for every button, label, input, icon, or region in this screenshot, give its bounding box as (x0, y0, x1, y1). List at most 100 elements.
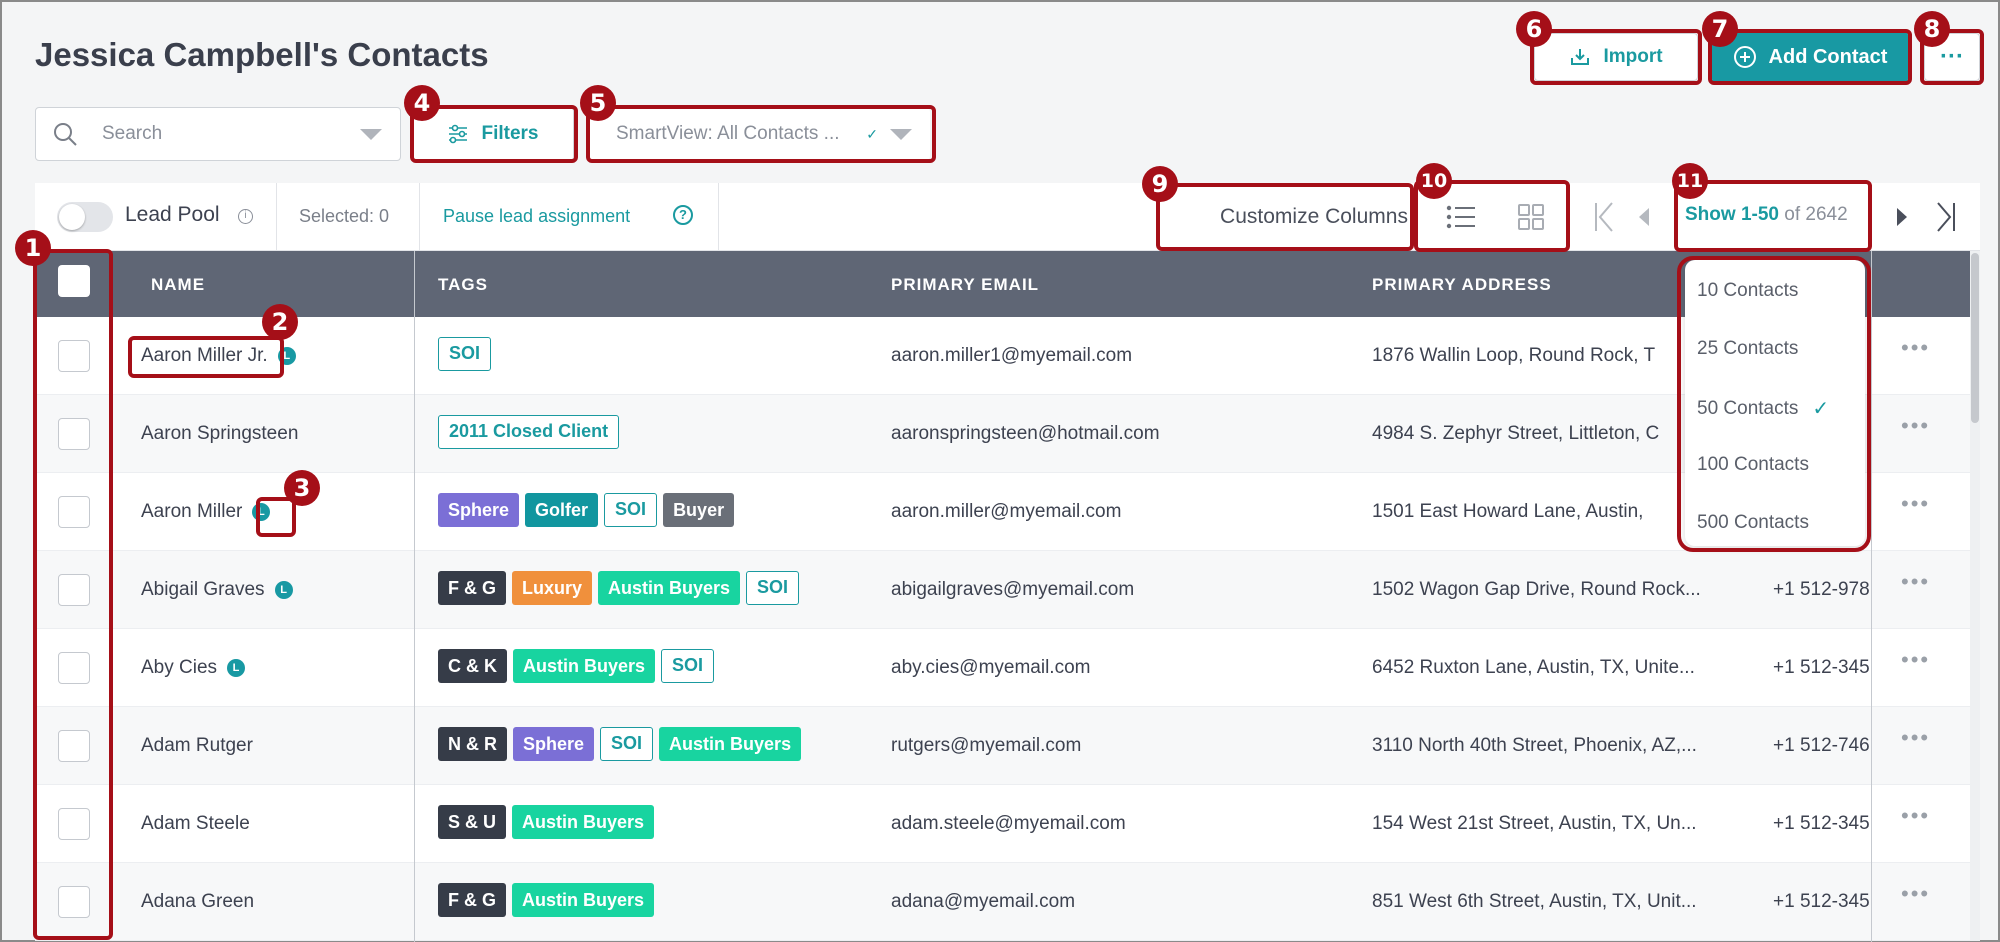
next-page-icon[interactable] (1895, 200, 1911, 234)
page-title: Jessica Campbell's Contacts (35, 36, 489, 73)
row-more-icon[interactable]: ••• (1901, 491, 1930, 517)
search-field[interactable]: Search (35, 107, 401, 161)
email-cell[interactable]: aaronspringsteen@hotmail.com (891, 423, 1160, 445)
phone-cell: +1 512-746 (1773, 735, 1870, 756)
first-page-icon[interactable] (1593, 200, 1615, 234)
tag-badge[interactable]: SOI (661, 649, 715, 683)
tag-badge[interactable]: S & U (438, 805, 507, 839)
email-cell[interactable]: abigailgraves@myemail.com (891, 579, 1134, 601)
contact-name-cell[interactable]: Adam Rutger (141, 735, 253, 757)
vertical-scrollbar[interactable] (1970, 251, 1980, 941)
tag-badge[interactable]: Austin Buyers (598, 571, 741, 605)
selected-count: Selected: 0 (299, 206, 390, 226)
contact-name-cell[interactable]: Aby Cies L (141, 657, 246, 679)
row-more-icon[interactable]: ••• (1901, 335, 1930, 361)
tag-badge[interactable]: Austin Buyers (513, 649, 656, 683)
contact-name-cell[interactable]: Adana Green (141, 891, 254, 913)
row-more-icon[interactable]: ••• (1901, 803, 1930, 829)
phone-cell: +1 512-978 (1773, 579, 1870, 600)
tags-cell: F & G Austin Buyers (438, 883, 655, 917)
table-row[interactable]: Adam Rutger N & R Sphere SOI Austin Buyers … (35, 707, 1970, 785)
lead-badge-icon: L (227, 659, 246, 677)
help-icon[interactable]: ? (673, 205, 693, 225)
address-cell: 851 West 6th Street, Austin, TX, Unit... (1372, 891, 1697, 912)
phone-cell: +1 512-345 (1773, 891, 1870, 912)
tag-badge[interactable]: SOI (746, 571, 800, 605)
tag-badge[interactable]: SOI (438, 337, 492, 371)
contact-name[interactable]: Adana Green (141, 891, 254, 913)
table-row[interactable]: Abigail Graves L F & G Luxury Austin Buyer… (35, 551, 1970, 629)
last-page-icon[interactable] (1935, 200, 1957, 234)
tags-cell: S & U Austin Buyers (438, 805, 655, 839)
table-row[interactable]: Adam Steele S & U Austin Buyers adam.stee… (35, 785, 1970, 863)
tags-cell: C & K Austin Buyers SOI (438, 649, 715, 683)
contact-name[interactable]: Abigail Graves (141, 579, 265, 601)
tag-badge[interactable]: Sphere (438, 493, 520, 527)
pause-lead-assignment-link[interactable]: Pause lead assignment (443, 206, 630, 227)
tag-badge[interactable]: F & G (438, 883, 506, 917)
row-more-icon[interactable]: ••• (1901, 413, 1930, 439)
tag-badge[interactable]: Golfer (525, 493, 599, 527)
annotation-number-6: 6 (1516, 11, 1552, 47)
row-more-icon[interactable]: ••• (1901, 647, 1930, 673)
address-cell: 3110 North 40th Street, Phoenix, AZ,... (1372, 735, 1697, 756)
contact-name[interactable]: Aaron Springsteen (141, 423, 298, 445)
tag-badge[interactable]: Buyer (663, 493, 735, 527)
tag-badge[interactable]: C & K (438, 649, 507, 683)
tag-badge[interactable]: SOI (600, 727, 654, 761)
contact-name[interactable]: Adam Rutger (141, 735, 253, 757)
annotation-box-dropdown (1677, 256, 1871, 552)
email-cell[interactable]: rutgers@myemail.com (891, 735, 1081, 757)
annotation-number-5: 5 (580, 85, 616, 121)
contact-name-cell[interactable]: Aaron Miller L (141, 501, 271, 523)
annotation-number-4: 4 (404, 85, 440, 121)
tag-badge[interactable]: F & G (438, 571, 506, 605)
tag-badge[interactable]: Austin Buyers (512, 805, 655, 839)
email-cell[interactable]: adam.steele@myemail.com (891, 813, 1126, 835)
row-more-icon[interactable]: ••• (1901, 569, 1930, 595)
annotation-number-1: 1 (15, 230, 51, 266)
tag-badge[interactable]: SOI (604, 493, 658, 527)
column-header-name[interactable]: NAME (151, 275, 205, 295)
tag-badge[interactable]: Luxury (512, 571, 593, 605)
address-cell: 154 West 21st Street, Austin, TX, Un... (1372, 813, 1697, 834)
contact-name-cell[interactable]: Abigail Graves L (141, 579, 293, 601)
row-more-icon[interactable]: ••• (1901, 725, 1930, 751)
table-row[interactable]: Adana Green F & G Austin Buyers adana@mye… (35, 863, 1970, 941)
contact-name-cell[interactable]: Adam Steele (141, 813, 250, 835)
lead-badge-icon: L (274, 581, 293, 599)
email-cell[interactable]: adana@myemail.com (891, 891, 1075, 913)
annotation-box-9 (1156, 183, 1414, 251)
annotation-number-3: 3 (284, 470, 320, 506)
phone-cell: +1 512-345 (1773, 813, 1870, 834)
column-header-address[interactable]: PRIMARY ADDRESS (1372, 275, 1552, 295)
column-header-tags[interactable]: TAGS (438, 275, 488, 295)
info-icon[interactable]: i (238, 209, 253, 224)
chevron-down-icon[interactable] (360, 128, 382, 140)
annotation-box-5 (586, 105, 936, 163)
contact-name[interactable]: Aaron Miller (141, 501, 242, 523)
email-cell[interactable]: aaron.miller@myemail.com (891, 501, 1121, 523)
contact-name-cell[interactable]: Aaron Springsteen (141, 423, 298, 445)
email-cell[interactable]: aby.cies@myemail.com (891, 657, 1090, 679)
contact-name[interactable]: Aby Cies (141, 657, 217, 679)
tag-badge[interactable]: Austin Buyers (512, 883, 655, 917)
tag-badge[interactable]: 2011 Closed Client (438, 415, 620, 449)
tag-badge[interactable]: N & R (438, 727, 507, 761)
tags-cell: F & G Luxury Austin Buyers SOI (438, 571, 800, 605)
tag-badge[interactable]: Sphere (513, 727, 595, 761)
column-header-email[interactable]: PRIMARY EMAIL (891, 275, 1039, 295)
scrollbar-thumb[interactable] (1971, 253, 1979, 423)
tags-cell: N & R Sphere SOI Austin Buyers (438, 727, 802, 761)
annotation-number-10: 10 (1416, 163, 1452, 199)
previous-page-icon[interactable] (1635, 200, 1651, 234)
row-more-icon[interactable]: ••• (1901, 881, 1930, 907)
lead-pool-toggle[interactable] (57, 202, 113, 232)
contact-name[interactable]: Adam Steele (141, 813, 250, 835)
tags-cell: 2011 Closed Client (438, 415, 620, 449)
tag-badge[interactable]: Austin Buyers (659, 727, 802, 761)
email-cell[interactable]: aaron.miller1@myemail.com (891, 345, 1132, 367)
tags-cell: Sphere Golfer SOI Buyer (438, 493, 735, 527)
search-input[interactable]: Search (102, 123, 360, 145)
table-row[interactable]: Aby Cies L C & K Austin Buyers SOI aby.cie… (35, 629, 1970, 707)
